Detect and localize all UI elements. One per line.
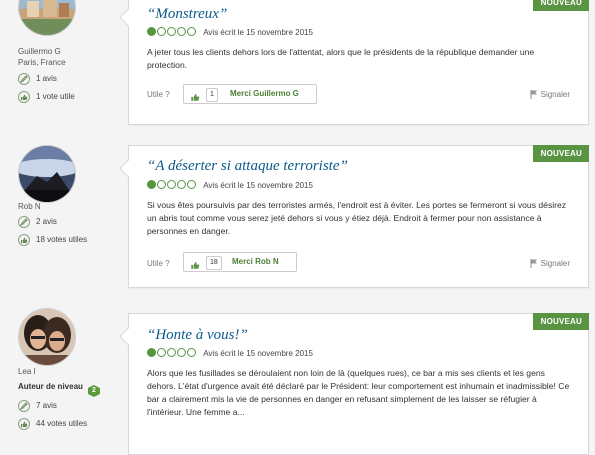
bubble-rating xyxy=(147,348,199,358)
rating-bubble-icon xyxy=(187,348,196,357)
rating-bubble-icon xyxy=(187,180,196,189)
reviewer-location: Paris, France xyxy=(18,58,66,67)
thumbs-up-icon xyxy=(190,89,200,107)
reviewer-review-count: 1 avis xyxy=(18,73,57,87)
rating-bubble-icon xyxy=(177,27,186,36)
thumbs-up-icon xyxy=(190,257,200,275)
review-body: Si vous êtes poursuivis par des terroris… xyxy=(147,200,567,236)
reviewer-name[interactable]: Rob N xyxy=(18,202,41,211)
reviewer-helpful-votes: 18 votes utiles xyxy=(18,234,87,248)
rating-bubble-icon xyxy=(157,348,166,357)
review-body: Alors que les fusillades se déroulaient … xyxy=(147,368,570,417)
level-badge: 2 xyxy=(87,385,100,397)
bubble-rating xyxy=(147,180,199,190)
report-link[interactable]: Signaler xyxy=(530,90,570,99)
review-3: Lea l Auteur de niveau 2 7 avis 44 votes … xyxy=(0,300,595,455)
helpful-prompt: Utile ? xyxy=(147,90,170,99)
review-body: A jeter tous les clients dehors lors de … xyxy=(147,47,535,70)
new-badge: NOUVEAU xyxy=(532,145,589,162)
reviewer-helpful-votes: 1 vote utile xyxy=(18,91,75,105)
review-title[interactable]: “Monstreux” xyxy=(147,6,227,23)
helpful-vote-button[interactable]: 1 Merci Guillermo G xyxy=(183,84,317,104)
new-badge: NOUVEAU xyxy=(532,0,589,11)
flag-icon xyxy=(530,90,537,99)
pencil-icon xyxy=(18,73,30,85)
helpful-prompt: Utile ? xyxy=(147,259,170,268)
thumbs-up-icon xyxy=(18,91,30,103)
rating-bubble-icon xyxy=(147,348,156,357)
rating-row: Avis écrit le 15 novembre 2015 xyxy=(147,27,313,38)
avatar[interactable] xyxy=(18,145,76,203)
rating-bubble-icon xyxy=(157,180,166,189)
reviewer-name[interactable]: Lea l xyxy=(18,367,35,376)
thumbs-up-icon xyxy=(18,418,30,430)
thank-reviewer-link[interactable]: Merci Guillermo G xyxy=(230,89,299,98)
vote-count: 1 xyxy=(206,88,218,102)
review-card: NOUVEAU “Monstreux” Avis écrit le 15 nov… xyxy=(128,0,589,125)
review-title[interactable]: “Honte à vous!” xyxy=(147,327,248,344)
rating-bubble-icon xyxy=(177,180,186,189)
new-badge: NOUVEAU xyxy=(532,313,589,330)
reviewer-review-count: 7 avis xyxy=(18,400,57,414)
rating-bubble-icon xyxy=(187,27,196,36)
avatar[interactable] xyxy=(18,308,76,366)
rating-bubble-icon xyxy=(167,348,176,357)
review-date: Avis écrit le 15 novembre 2015 xyxy=(203,28,313,37)
rating-bubble-icon xyxy=(167,180,176,189)
flag-icon xyxy=(530,259,537,268)
reviewer-level: Auteur de niveau 2 xyxy=(18,382,100,397)
review-title[interactable]: “A déserter si attaque terroriste” xyxy=(147,158,348,175)
helpful-vote-button[interactable]: 18 Merci Rob N xyxy=(183,252,297,272)
reviewer-helpful-votes: 44 votes utiles xyxy=(18,418,87,432)
pencil-icon xyxy=(18,400,30,412)
review-date: Avis écrit le 15 novembre 2015 xyxy=(203,349,313,358)
reviewer-review-count: 2 avis xyxy=(18,216,57,230)
review-2: Rob N 2 avis 18 votes utiles NOUVEAU “A … xyxy=(0,140,595,290)
rating-row: Avis écrit le 15 novembre 2015 xyxy=(147,180,313,191)
avatar[interactable] xyxy=(18,0,76,36)
rating-bubble-icon xyxy=(177,348,186,357)
review-1: Guillermo G Paris, France 1 avis 1 vote … xyxy=(0,0,595,140)
reviewer-name[interactable]: Guillermo G xyxy=(18,47,61,56)
rating-bubble-icon xyxy=(157,27,166,36)
rating-bubble-icon xyxy=(167,27,176,36)
review-date: Avis écrit le 15 novembre 2015 xyxy=(203,181,313,190)
report-link[interactable]: Signaler xyxy=(530,259,570,268)
rating-row: Avis écrit le 15 novembre 2015 xyxy=(147,348,313,359)
thank-reviewer-link[interactable]: Merci Rob N xyxy=(232,257,279,266)
vote-count: 18 xyxy=(206,256,222,270)
thumbs-up-icon xyxy=(18,234,30,246)
review-card: NOUVEAU “A déserter si attaque terrorist… xyxy=(128,145,589,288)
pencil-icon xyxy=(18,216,30,228)
rating-bubble-icon xyxy=(147,27,156,36)
bubble-rating xyxy=(147,27,199,37)
rating-bubble-icon xyxy=(147,180,156,189)
